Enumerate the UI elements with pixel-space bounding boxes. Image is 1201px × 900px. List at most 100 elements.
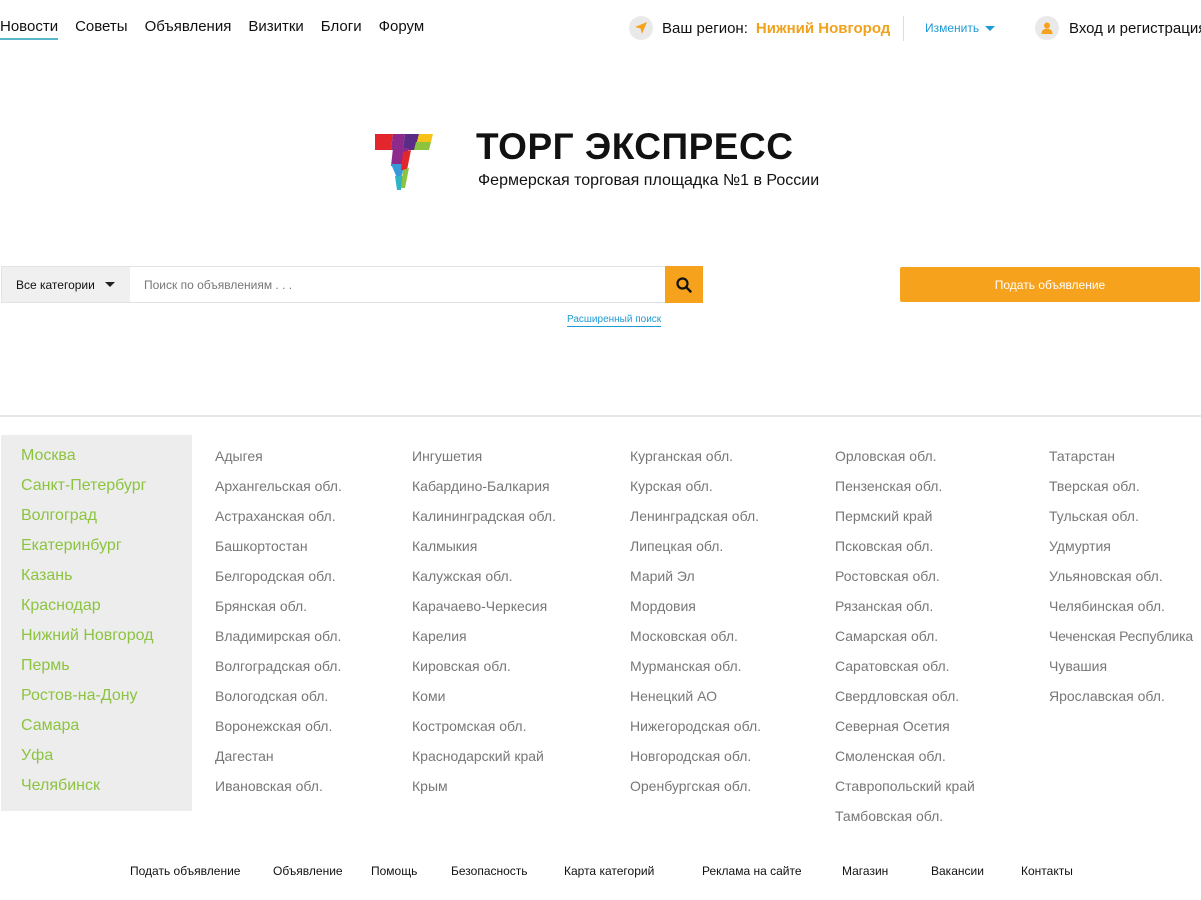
region-link[interactable]: Коми <box>412 685 556 715</box>
region-link[interactable]: Самарская обл. <box>835 625 975 655</box>
city-link[interactable]: Екатеринбург <box>1 535 192 565</box>
region-link[interactable]: Орловская обл. <box>835 445 975 475</box>
region-link[interactable]: Марий Эл <box>630 565 761 595</box>
city-link[interactable]: Волгоград <box>1 505 192 535</box>
region-link[interactable]: Ростовская обл. <box>835 565 975 595</box>
region-link[interactable]: Карелия <box>412 625 556 655</box>
region-link[interactable]: Адыгея <box>215 445 342 475</box>
footer-link-shop[interactable]: Магазин <box>842 864 888 878</box>
region-link[interactable]: Рязанская обл. <box>835 595 975 625</box>
region-link[interactable]: Ульяновская обл. <box>1049 565 1193 595</box>
region-link[interactable]: Северная Осетия <box>835 715 975 745</box>
region-link[interactable]: Саратовская обл. <box>835 655 975 685</box>
footer-link-ad[interactable]: Объявление <box>273 864 343 878</box>
region-link[interactable]: Пермский край <box>835 505 975 535</box>
region-link[interactable]: Чувашия <box>1049 655 1193 685</box>
region-link[interactable]: Воронежская обл. <box>215 715 342 745</box>
city-link[interactable]: Санкт-Петербург <box>1 475 192 505</box>
region-column: Ингушетия Кабардино-Балкария Калининград… <box>412 445 556 805</box>
region-link[interactable]: Тульская обл. <box>1049 505 1193 535</box>
region-link[interactable]: Московская обл. <box>630 625 761 655</box>
nav-item-news[interactable]: Новости <box>0 18 59 40</box>
region-link[interactable]: Калининградская обл. <box>412 505 556 535</box>
login-link[interactable]: Вход и регистрация <box>1035 16 1201 40</box>
city-link[interactable]: Пермь <box>1 655 192 685</box>
region-link[interactable]: Астраханская обл. <box>215 505 342 535</box>
footer-link-safety[interactable]: Безопасность <box>451 864 528 878</box>
region-link[interactable]: Кабардино-Балкария <box>412 475 556 505</box>
region-link[interactable]: Калужская обл. <box>412 565 556 595</box>
city-link[interactable]: Казань <box>1 565 192 595</box>
region-divider <box>903 16 904 41</box>
footer-link-contacts[interactable]: Контакты <box>1021 864 1073 878</box>
advanced-search-link[interactable]: Расширенный поиск <box>567 313 662 327</box>
region-link[interactable]: Мордовия <box>630 595 761 625</box>
region-link[interactable]: Ивановская обл. <box>215 775 342 805</box>
city-link[interactable]: Ростов-на-Дону <box>1 685 192 715</box>
category-select[interactable]: Все категории <box>2 267 130 302</box>
nav-item-cards[interactable]: Визитки <box>248 18 303 40</box>
region-link[interactable]: Тверская обл. <box>1049 475 1193 505</box>
nav-item-tips[interactable]: Советы <box>75 18 127 40</box>
region-link[interactable]: Свердловская обл. <box>835 685 975 715</box>
region-link[interactable]: Архангельская обл. <box>215 475 342 505</box>
footer-link-category-map[interactable]: Карта категорий <box>564 864 654 878</box>
region-link[interactable]: Псковская обл. <box>835 535 975 565</box>
nav-item-blogs[interactable]: Блоги <box>321 18 362 40</box>
region-link[interactable]: Челябинская обл. <box>1049 595 1193 625</box>
brand-subtitle: Фермерская торговая площадка №1 в России <box>478 172 820 189</box>
region-value: Нижний Новгород <box>755 19 891 37</box>
region-link[interactable]: Ненецкий АО <box>630 685 761 715</box>
region-link[interactable]: Волгоградская обл. <box>215 655 342 685</box>
region-link[interactable]: Белгородская обл. <box>215 565 342 595</box>
region-link[interactable]: Владимирская обл. <box>215 625 342 655</box>
region-link[interactable]: Ставропольский край <box>835 775 975 805</box>
city-link[interactable]: Краснодар <box>1 595 192 625</box>
region-link[interactable]: Калмыкия <box>412 535 556 565</box>
region-link[interactable]: Башкортостан <box>215 535 342 565</box>
region-link[interactable]: Мурманская обл. <box>630 655 761 685</box>
category-select-label: Все категории <box>16 277 95 292</box>
region-link[interactable]: Пензенская обл. <box>835 475 975 505</box>
region-link[interactable]: Чеченская Республика <box>1049 625 1193 655</box>
section-divider <box>0 415 1201 417</box>
city-link[interactable]: Нижний Новгород <box>1 625 192 655</box>
region-link[interactable]: Брянская обл. <box>215 595 342 625</box>
search-input[interactable] <box>130 267 665 302</box>
region-link[interactable]: Ингушетия <box>412 445 556 475</box>
footer-link-advertising[interactable]: Реклама на сайте <box>702 864 802 878</box>
city-link[interactable]: Самара <box>1 715 192 745</box>
top-navigation: Новости Советы Объявления Визитки Блоги … <box>0 0 1201 56</box>
footer-link-vacancies[interactable]: Вакансии <box>931 864 984 878</box>
region-link[interactable]: Нижегородская обл. <box>630 715 761 745</box>
region-link[interactable]: Новгородская обл. <box>630 745 761 775</box>
nav-item-forum[interactable]: Форум <box>379 18 425 40</box>
change-region-link[interactable]: Изменить <box>925 21 996 35</box>
region-link[interactable]: Татарстан <box>1049 445 1193 475</box>
region-link[interactable]: Кировская обл. <box>412 655 556 685</box>
region-link[interactable]: Крым <box>412 775 556 805</box>
region-link[interactable]: Костромская обл. <box>412 715 556 745</box>
region-link[interactable]: Курская обл. <box>630 475 761 505</box>
search-button[interactable] <box>665 266 703 303</box>
region-link[interactable]: Карачаево-Черкесия <box>412 595 556 625</box>
region-link[interactable]: Оренбургская обл. <box>630 775 761 805</box>
region-link[interactable]: Курганская обл. <box>630 445 761 475</box>
post-ad-button[interactable]: Подать объявление <box>900 267 1200 302</box>
region-link[interactable]: Липецкая обл. <box>630 535 761 565</box>
region-link[interactable]: Ленинградская обл. <box>630 505 761 535</box>
region-link[interactable]: Удмуртия <box>1049 535 1193 565</box>
region-link[interactable]: Дагестан <box>215 745 342 775</box>
region-link[interactable]: Смоленская обл. <box>835 745 975 775</box>
region-link[interactable]: Тамбовская обл. <box>835 805 975 835</box>
region-link[interactable]: Ярославская обл. <box>1049 685 1193 715</box>
city-link[interactable]: Уфа <box>1 745 192 775</box>
region-link[interactable]: Краснодарский край <box>412 745 556 775</box>
city-link[interactable]: Челябинск <box>1 775 192 805</box>
brand-logo[interactable] <box>375 130 435 192</box>
nav-item-ads[interactable]: Объявления <box>145 18 232 40</box>
region-link[interactable]: Вологодская обл. <box>215 685 342 715</box>
city-link[interactable]: Москва <box>1 445 192 475</box>
footer-link-help[interactable]: Помощь <box>371 864 417 878</box>
footer-link-post-ad[interactable]: Подать объявление <box>130 864 240 878</box>
